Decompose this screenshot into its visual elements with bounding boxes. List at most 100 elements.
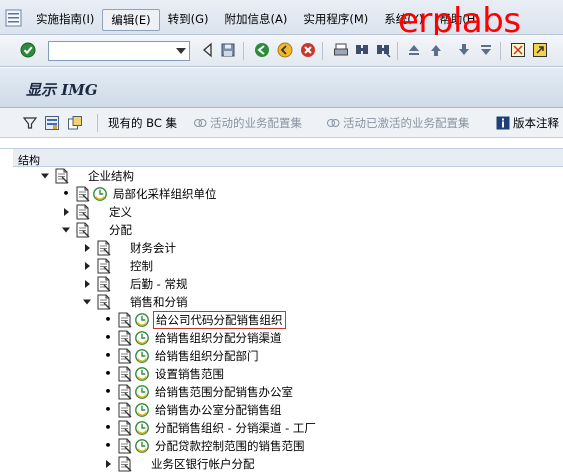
tree-node-label[interactable]: 分配销售组织 - 分销渠道 - 工厂 <box>153 420 318 436</box>
cancel-icon[interactable] <box>300 42 316 58</box>
tree-node-label-selected[interactable]: 给公司代码分配销售组织 <box>153 311 286 329</box>
list-layout-icon[interactable] <box>44 115 60 131</box>
expanded-triangle-icon[interactable] <box>40 171 50 181</box>
tree-node[interactable]: 后勤 - 常规 <box>0 275 563 293</box>
tree-node[interactable]: 定义 <box>0 203 563 221</box>
img-documentation-icon[interactable] <box>96 276 112 292</box>
current-bc-set-button[interactable]: 现有的 BC 集 <box>108 115 177 131</box>
tree-node-label[interactable]: 后勤 - 常规 <box>128 276 189 292</box>
first-page-icon[interactable] <box>406 42 422 58</box>
tree-node-label[interactable]: 业务区银行帐户分配 <box>149 456 257 472</box>
expanded-triangle-icon[interactable] <box>82 297 92 307</box>
exit-icon[interactable] <box>277 42 293 58</box>
shortcut-icon[interactable] <box>532 42 548 58</box>
tree-node[interactable]: • 设置销售范围 <box>0 365 563 383</box>
img-documentation-icon[interactable] <box>117 402 133 418</box>
collapsed-triangle-icon[interactable] <box>82 261 92 271</box>
collapsed-triangle-icon[interactable] <box>103 459 113 469</box>
back-nav-icon[interactable] <box>200 42 216 58</box>
img-documentation-icon[interactable] <box>54 168 70 184</box>
tree-node-label[interactable]: 分配贷款控制范围的销售范围 <box>153 438 307 454</box>
enter-icon[interactable] <box>20 42 36 58</box>
execute-activity-icon[interactable] <box>135 385 149 399</box>
tree-node-label[interactable]: 分配 <box>107 222 134 238</box>
execute-activity-icon[interactable] <box>135 403 149 417</box>
img-documentation-icon[interactable] <box>75 186 91 202</box>
save-icon[interactable] <box>220 42 236 58</box>
tree-node[interactable]: 销售和分销 <box>0 293 563 311</box>
create-session-icon[interactable] <box>510 42 526 58</box>
tree-node-label[interactable]: 给销售范围分配销售办公室 <box>153 384 295 400</box>
sap-menu-icon[interactable] <box>4 7 24 29</box>
menu-goto[interactable]: 转到(G) <box>160 9 217 31</box>
expanded-triangle-icon[interactable] <box>61 225 71 235</box>
img-documentation-icon[interactable] <box>96 240 112 256</box>
filter-icon[interactable] <box>22 115 38 131</box>
img-documentation-icon[interactable] <box>117 384 133 400</box>
collapsed-triangle-icon[interactable] <box>82 279 92 289</box>
img-documentation-icon[interactable] <box>117 312 133 328</box>
tree-node-label[interactable]: 局部化采样组织单位 <box>111 186 219 202</box>
next-page-icon[interactable] <box>456 42 472 58</box>
tree-node-label[interactable]: 控制 <box>128 258 155 274</box>
tree-node[interactable]: • 给销售组织分配部门 <box>0 347 563 365</box>
img-documentation-icon[interactable] <box>96 294 112 310</box>
tree-node[interactable]: • 分配贷款控制范围的销售范围 <box>0 437 563 455</box>
execute-activity-icon[interactable] <box>135 367 149 381</box>
active-business-config-set-button[interactable]: 活动的业务配置集 <box>193 115 302 131</box>
img-documentation-icon[interactable] <box>117 456 133 472</box>
menu-edit[interactable]: 编辑(E) <box>102 9 160 31</box>
execute-activity-icon[interactable] <box>135 421 149 435</box>
tree-node-label[interactable]: 设置销售范围 <box>153 366 226 382</box>
expand-subtree-icon[interactable] <box>67 115 83 131</box>
collapsed-triangle-icon[interactable] <box>61 207 71 217</box>
command-field[interactable] <box>48 41 190 61</box>
tree-node[interactable]: • 给销售组织分配分销渠道 <box>0 329 563 347</box>
last-page-icon[interactable] <box>478 42 494 58</box>
execute-activity-icon[interactable] <box>135 349 149 363</box>
previous-page-icon[interactable] <box>428 42 444 58</box>
img-documentation-icon[interactable] <box>75 204 91 220</box>
img-documentation-icon[interactable] <box>117 420 133 436</box>
tree-node[interactable]: • 局部化采样组织单位 <box>0 185 563 203</box>
img-documentation-icon[interactable] <box>96 258 112 274</box>
menu-additional-info[interactable]: 附加信息(A) <box>217 9 296 31</box>
collapsed-triangle-icon[interactable] <box>82 243 92 253</box>
execute-activity-icon[interactable] <box>135 313 149 327</box>
execute-activity-icon[interactable] <box>135 331 149 345</box>
img-documentation-icon[interactable] <box>117 348 133 364</box>
tree-node[interactable]: 财务会计 <box>0 239 563 257</box>
tree-node[interactable]: 控制 <box>0 257 563 275</box>
execute-activity-icon[interactable] <box>93 187 107 201</box>
img-documentation-icon[interactable] <box>117 330 133 346</box>
tree-node[interactable]: • 给销售办公室分配销售组 <box>0 401 563 419</box>
release-notes-button[interactable]: 版本注释 <box>496 115 559 131</box>
tree-node-label[interactable]: 给销售组织分配分销渠道 <box>153 330 284 346</box>
tree-node-label[interactable]: 财务会计 <box>128 240 178 256</box>
tree-node-label[interactable]: 销售和分销 <box>128 294 190 310</box>
execute-activity-icon[interactable] <box>135 439 149 453</box>
find-icon[interactable] <box>354 42 370 58</box>
tree-node[interactable]: • 分配销售组织 - 分销渠道 - 工厂 <box>0 419 563 437</box>
find-next-icon[interactable] <box>375 42 391 58</box>
tree-node-label[interactable]: 企业结构 <box>86 168 136 184</box>
command-input[interactable] <box>49 42 171 60</box>
img-documentation-icon[interactable] <box>117 438 133 454</box>
img-documentation-icon[interactable] <box>75 222 91 238</box>
menu-implementation-guide[interactable]: 实施指南(I) <box>28 9 102 31</box>
deactivated-business-config-set-button[interactable]: 活动已激活的业务配置集 <box>326 115 470 131</box>
print-icon[interactable] <box>333 42 349 58</box>
info-icon <box>496 116 510 130</box>
back-icon[interactable] <box>254 42 270 58</box>
tree-node[interactable]: 分配 <box>0 221 563 239</box>
menu-utilities[interactable]: 实用程序(M) <box>295 9 376 31</box>
command-dropdown-icon[interactable] <box>176 48 186 54</box>
tree-node-label[interactable]: 定义 <box>107 204 134 220</box>
tree-node[interactable]: • 给公司代码分配销售组织 <box>0 311 563 329</box>
tree-node[interactable]: 企业结构 <box>0 167 563 185</box>
tree-node-label[interactable]: 给销售组织分配部门 <box>153 348 261 364</box>
img-documentation-icon[interactable] <box>117 366 133 382</box>
tree-node[interactable]: • 给销售范围分配销售办公室 <box>0 383 563 401</box>
tree-node-label[interactable]: 给销售办公室分配销售组 <box>153 402 284 418</box>
tree-node[interactable]: 业务区银行帐户分配 <box>0 455 563 473</box>
